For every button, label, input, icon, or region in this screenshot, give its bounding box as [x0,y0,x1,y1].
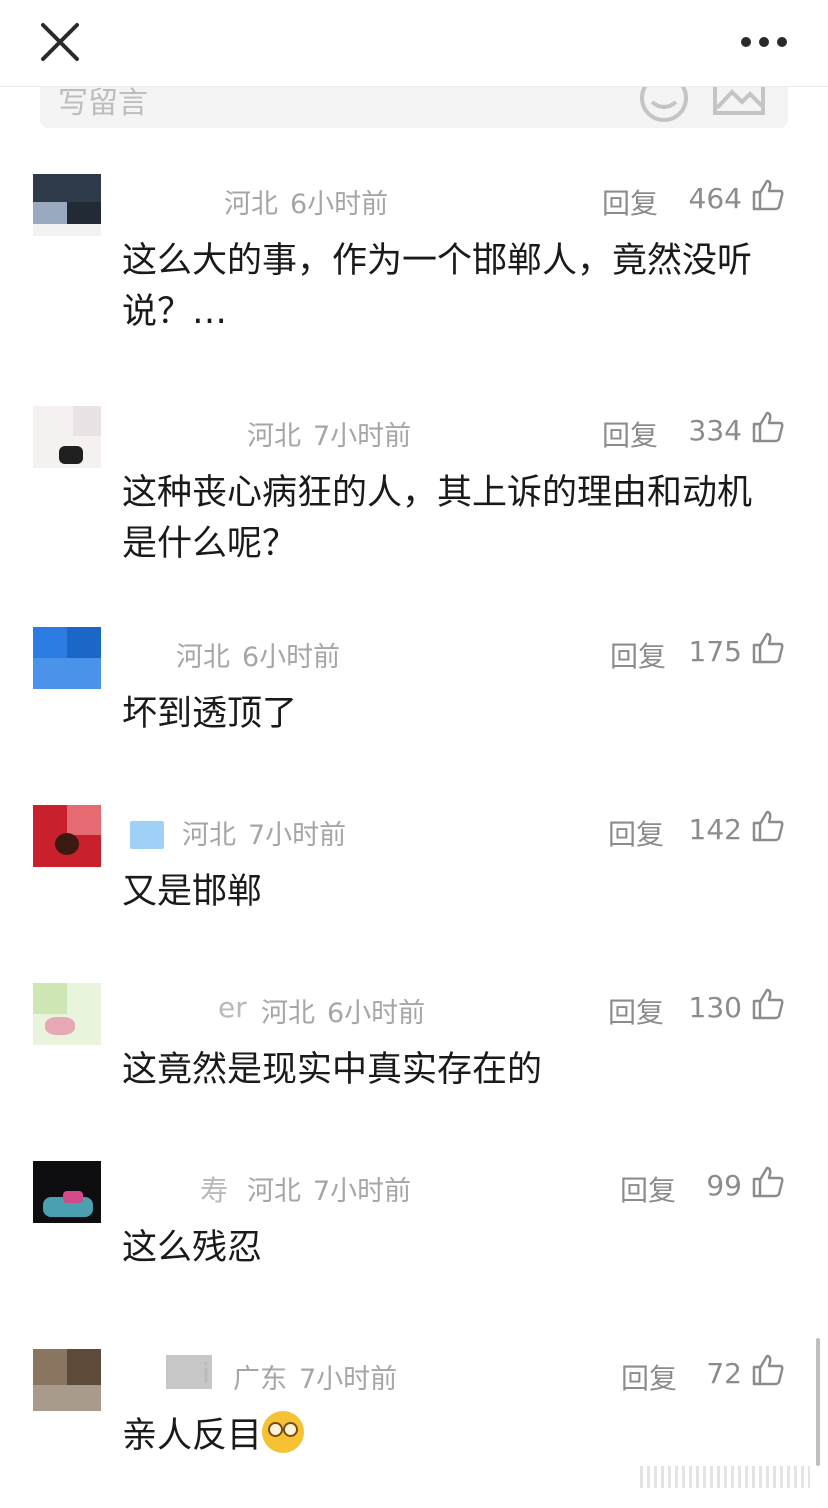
close-icon[interactable] [38,20,82,64]
username[interactable]: i [202,1357,210,1390]
comment-location: 河北 [247,421,301,452]
like-count: 99 [706,1169,742,1202]
comment-time: 7小时前 [313,1176,412,1207]
comment-location: 河北 [224,189,278,220]
thumbs-up-icon[interactable] [751,178,785,212]
like-count: 334 [688,414,742,447]
thumbs-up-icon[interactable] [751,1165,785,1199]
comment-time: 6小时前 [242,642,341,673]
thumbs-up-icon[interactable] [751,410,785,444]
comment-location: 河北 [182,820,236,851]
avatar[interactable] [33,1161,101,1223]
reply-button[interactable]: 回复 [608,813,664,853]
comment-text: 坏到透顶了 [122,694,298,734]
comment-location: 广东 [233,1364,287,1395]
comment-time: 6小时前 [327,998,426,1029]
username[interactable] [130,821,164,849]
comment-text-content: 亲人反目 [122,1416,263,1456]
comment-text: 这竟然是现实中真实存在的 [122,1050,543,1090]
comment-text: 这么残忍 [122,1228,263,1268]
avatar[interactable] [33,805,101,867]
comment-text: 又是邯郸 [122,872,263,912]
like-count: 72 [706,1357,742,1390]
dizzy-face-emoji-icon [262,1411,305,1453]
username[interactable]: 寿 [200,1169,228,1209]
username[interactable]: er [218,991,247,1024]
avatar[interactable] [33,406,101,468]
comment-location: 河北 [247,1176,301,1207]
avatar[interactable] [33,1349,101,1411]
thumbs-up-icon[interactable] [751,1353,785,1387]
like-count: 142 [688,813,742,846]
like-count: 130 [688,991,742,1024]
avatar[interactable] [33,174,101,236]
comment-text: 这种丧心病狂的人，其上诉的理由和动机是什么呢？ [122,473,753,564]
comment-text: 这么大的事，作为一个邯郸人，竟然没听说？… [122,241,753,332]
reply-button[interactable]: 回复 [608,991,664,1031]
comment-text: 亲人反目 [122,1411,782,1462]
comment-time: 6小时前 [290,189,389,220]
reply-button[interactable]: 回复 [602,182,658,222]
comment-time: 7小时前 [313,421,412,452]
thumbs-up-icon[interactable] [751,987,785,1021]
avatar[interactable] [33,983,101,1045]
like-count: 464 [688,182,742,215]
more-dots-icon[interactable] [734,28,794,56]
reply-button[interactable]: 回复 [602,414,658,454]
bottom-artifact [640,1466,810,1488]
top-bar [0,0,828,87]
reply-button[interactable]: 回复 [621,1357,677,1397]
comment-time: 7小时前 [248,820,347,851]
scrollbar[interactable] [816,1338,820,1466]
comment-location: 河北 [176,642,230,673]
thumbs-up-icon[interactable] [751,809,785,843]
comment-time: 7小时前 [299,1364,398,1395]
reply-button[interactable]: 回复 [620,1169,676,1209]
like-count: 175 [688,635,742,668]
thumbs-up-icon[interactable] [751,631,785,665]
comment-location: 河北 [261,998,315,1029]
avatar[interactable] [33,627,101,689]
reply-button[interactable]: 回复 [610,635,666,675]
